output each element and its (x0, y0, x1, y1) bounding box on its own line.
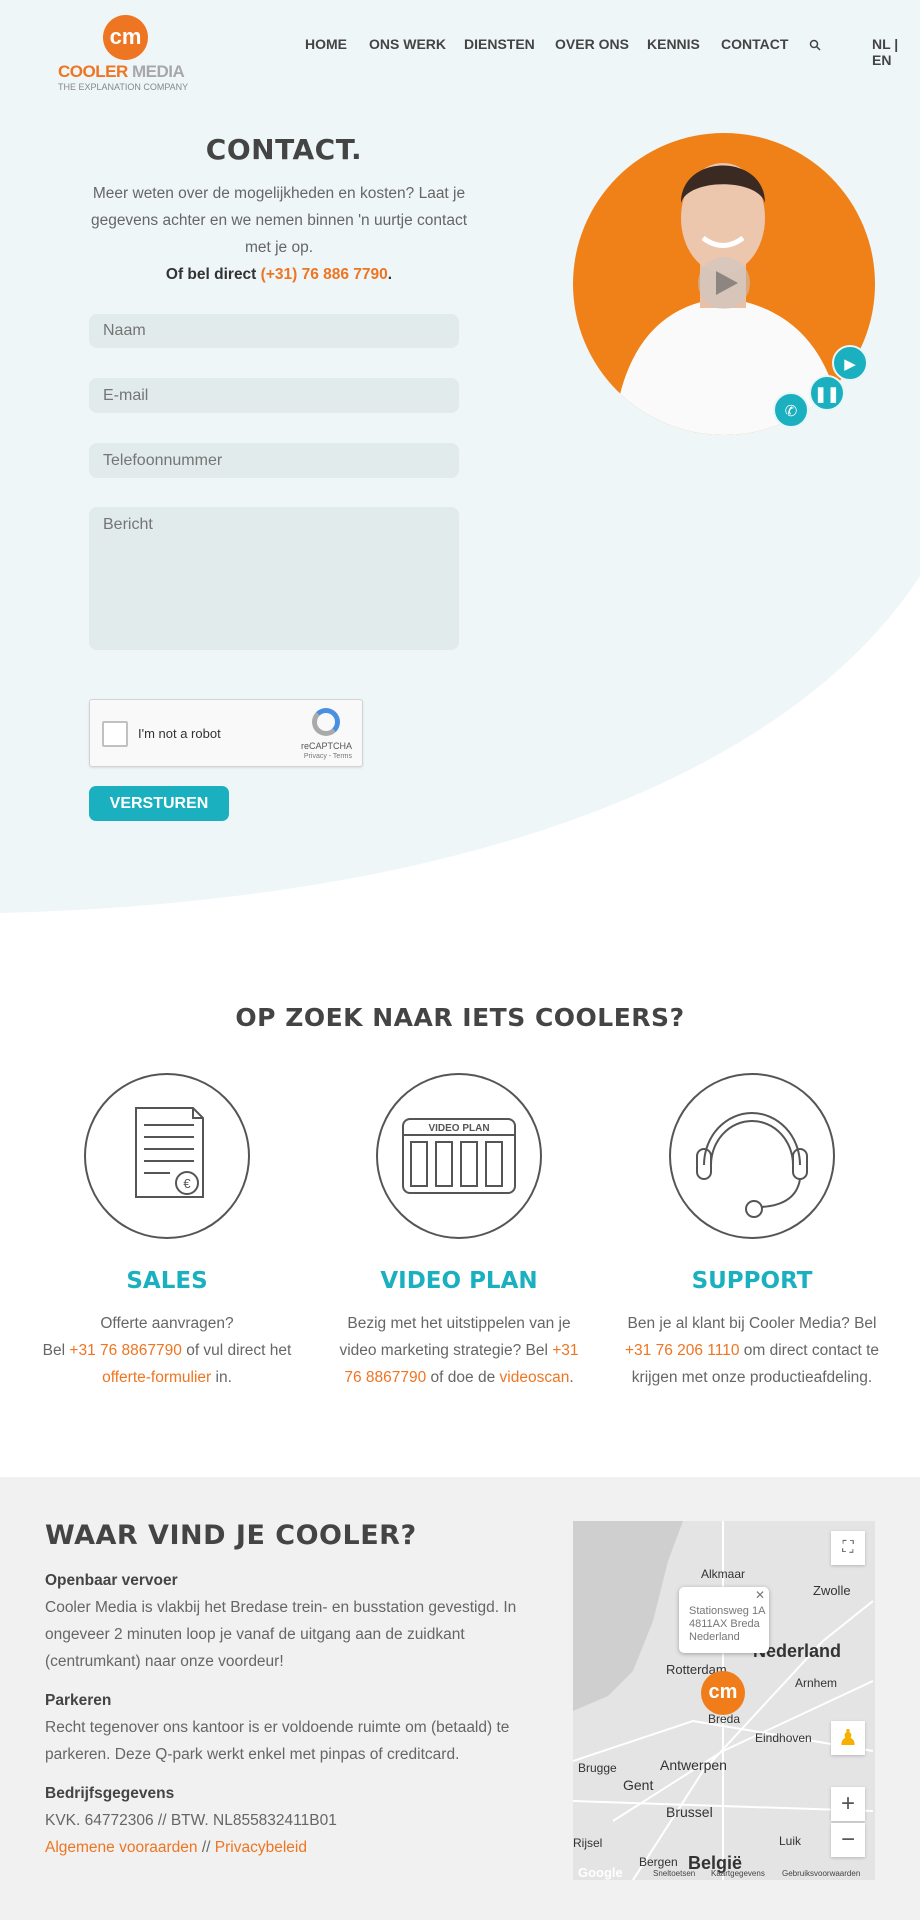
nav-kennis[interactable]: KENNIS (647, 36, 700, 52)
recaptcha-logo-icon (312, 708, 340, 736)
videoplan-text: Bezig met het uitstippelen van je video … (329, 1310, 589, 1391)
nav-over-ons[interactable]: OVER ONS (555, 36, 629, 52)
location-title: WAAR VIND JE COOLER? (45, 1520, 417, 1551)
parking-block: Parkeren Recht tegenover ons kantoor is e… (45, 1687, 545, 1768)
submit-button[interactable]: VERSTUREN (89, 786, 229, 821)
logo-name-media: MEDIA (131, 62, 185, 81)
nav-home[interactable]: HOME (305, 36, 347, 52)
parking-text: Recht tegenover ons kantoor is er voldoe… (45, 1719, 510, 1763)
search-icon[interactable] (809, 39, 821, 51)
support-title: SUPPORT (691, 1268, 813, 1294)
name-input[interactable] (89, 314, 459, 348)
link-separator: // (197, 1839, 215, 1856)
phone-input[interactable] (89, 443, 459, 478)
email-input[interactable] (89, 378, 459, 413)
logo-mark[interactable]: cm (103, 15, 148, 60)
intro-text: Meer weten over de mogelijkheden en kost… (90, 185, 468, 256)
support-phone-link[interactable]: +31 76 206 1110 (625, 1342, 740, 1359)
support-line1: Ben je al klant bij Cooler Media? Bel (627, 1315, 877, 1332)
recaptcha-label: I'm not a robot (138, 726, 221, 741)
map-city-bergen: Bergen (639, 1855, 678, 1869)
fullscreen-icon[interactable]: ⛶ (831, 1531, 865, 1565)
logo-tagline: THE EXPLANATION COMPANY (58, 82, 189, 92)
google-map[interactable]: Alkmaar Zwolle Nederland Rotterdam Arnhe… (573, 1521, 875, 1880)
videoplan-end: . (569, 1369, 574, 1386)
google-logo: Google (578, 1865, 623, 1880)
map-marker-icon[interactable]: cm (701, 1671, 745, 1715)
terms-link[interactable]: Algemene vooraarden (45, 1839, 198, 1856)
map-shortcuts-link[interactable]: Sneltoetsen (653, 1869, 695, 1878)
message-textarea[interactable] (89, 507, 459, 650)
call-suffix: . (387, 266, 393, 283)
nav-contact[interactable]: CONTACT (721, 36, 788, 52)
map-city-gent: Gent (623, 1777, 654, 1793)
sales-title: SALES (126, 1268, 208, 1294)
recaptcha-widget: I'm not a robot reCAPTCHA Privacy - Term… (89, 699, 363, 767)
map-info-window: ✕ Stationsweg 1A 4811AX Breda Nederland (679, 1587, 769, 1653)
transport-heading: Openbaar vervoer (45, 1572, 178, 1589)
play-icon[interactable]: ▶ (832, 345, 868, 381)
headset-icon (696, 1112, 808, 1218)
sales-phone-link[interactable]: +31 76 8867790 (69, 1342, 182, 1359)
transport-block: Openbaar vervoer Cooler Media is vlakbij … (45, 1567, 545, 1675)
zoom-out-button[interactable]: − (831, 1823, 865, 1857)
map-city-brussel: Brussel (666, 1804, 713, 1820)
map-city-zwolle: Zwolle (813, 1583, 851, 1598)
video-plan-icon-label: VIDEO PLAN (428, 1123, 489, 1134)
privacy-link[interactable]: Privacybeleid (215, 1839, 307, 1856)
videoplan-title: VIDEO PLAN (380, 1268, 538, 1294)
map-terms-link[interactable]: Gebruiksvoorwaarden (782, 1869, 860, 1878)
videoplan-circle: VIDEO PLAN (376, 1073, 542, 1239)
map-data-link[interactable]: Kaartgegevens (711, 1869, 765, 1878)
map-city-eindhoven: Eindhoven (755, 1731, 812, 1745)
contact-intro: Meer weten over de mogelijkheden en kost… (84, 180, 474, 288)
logo-name[interactable]: COOLER MEDIA (58, 62, 185, 82)
map-city-luik: Luik (779, 1834, 802, 1848)
call-prefix: Of bel direct (165, 266, 257, 283)
videoscan-link[interactable]: videoscan (500, 1369, 570, 1386)
video-plan-board-icon: VIDEO PLAN (402, 1118, 516, 1194)
company-block: Bedrijfsgegevens KVK. 64772306 // BTW. NL… (45, 1780, 545, 1861)
nav-diensten[interactable]: DIENSTEN (464, 36, 535, 52)
map-city-rijsel: Rijsel (573, 1836, 603, 1850)
services-title: OP ZOEK NAAR IETS COOLERS? (235, 1003, 685, 1032)
videoplan-line1: Bezig met het uitstippelen van je video … (339, 1315, 571, 1359)
transport-text: Cooler Media is vlakbij het Bredase trei… (45, 1599, 517, 1670)
phone-icon[interactable]: ✆ (773, 392, 809, 428)
recaptcha-brand: reCAPTCHA (300, 741, 352, 751)
phone-link[interactable]: (+31) 76 886 7790 (261, 266, 388, 283)
sales-end: in. (211, 1369, 232, 1386)
nav-ons-werk[interactable]: ONS WERK (369, 36, 446, 52)
map-city-brugge: Brugge (578, 1761, 617, 1775)
company-text: KVK. 64772306 // BTW. NL855832411B01 (45, 1812, 337, 1829)
map-city-arnhem: Arnhem (795, 1676, 838, 1690)
logo-name-cooler: COOLER (58, 62, 128, 81)
offerte-form-link[interactable]: offerte-formulier (102, 1369, 211, 1386)
map-city-antwerpen: Antwerpen (660, 1757, 727, 1773)
popup-city: 4811AX Breda (689, 1618, 760, 1630)
page-title: CONTACT. (205, 133, 363, 166)
parking-heading: Parkeren (45, 1692, 112, 1709)
zoom-in-button[interactable]: + (831, 1787, 865, 1821)
recaptcha-checkbox[interactable] (102, 721, 128, 747)
svg-text:€: € (183, 1176, 191, 1191)
company-heading: Bedrijfsgegevens (45, 1785, 175, 1802)
sales-line1: Offerte aanvragen? (100, 1315, 234, 1332)
videoplan-mid: of doe de (426, 1369, 500, 1386)
map-city-alkmaar: Alkmaar (701, 1567, 746, 1581)
invoice-euro-icon: € (135, 1107, 204, 1198)
pause-icon[interactable]: ❚❚ (809, 375, 845, 411)
popup-street: Stationsweg 1A (689, 1605, 766, 1617)
sales-circle: € (84, 1073, 250, 1239)
close-icon[interactable]: ✕ (755, 1589, 765, 1602)
recaptcha-terms[interactable]: Privacy - Terms (304, 753, 352, 760)
sales-bel: Bel (42, 1342, 70, 1359)
sales-mid: of vul direct het (181, 1342, 292, 1359)
support-circle (669, 1073, 835, 1239)
language-switch[interactable]: NL | EN (872, 36, 920, 68)
support-text: Ben je al klant bij Cooler Media? Bel +3… (622, 1310, 882, 1391)
popup-country: Nederland (689, 1631, 740, 1643)
sales-text: Offerte aanvragen? Bel +31 76 8867790 of … (37, 1310, 297, 1391)
pegman-icon[interactable]: ♟ (831, 1721, 865, 1755)
